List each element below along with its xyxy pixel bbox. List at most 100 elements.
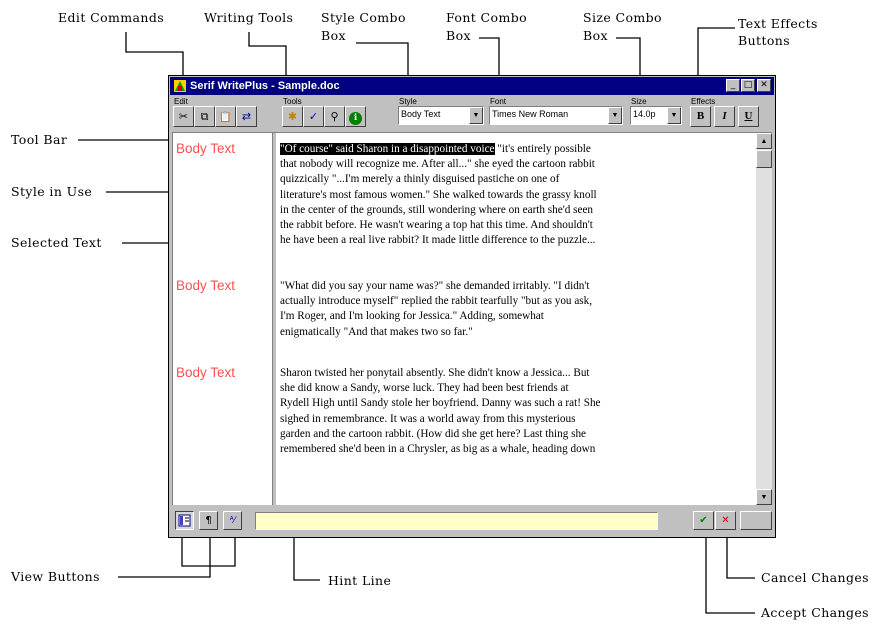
label-style-in-use: Style in Use [11, 184, 93, 199]
find-button[interactable]: ⚲ [324, 106, 345, 127]
cut-button[interactable]: ✂ [173, 106, 194, 127]
cross-icon: ✕ [721, 515, 730, 526]
text-line: garden and the cartoon rabbit. (How did … [280, 427, 587, 440]
minimize-button[interactable]: _ [726, 79, 740, 92]
text-line: in the center of the grounds, still wond… [280, 203, 593, 216]
label-selected-text: Selected Text [11, 235, 102, 250]
text-line: the rabbit before. He wasn't wearing a t… [280, 219, 593, 232]
scroll-up-button[interactable]: ▲ [756, 133, 772, 149]
scroll-down-button[interactable]: ▼ [756, 489, 772, 505]
text-line: remembered she'd been in a Chrysler, as … [280, 443, 596, 456]
style-value: Body Text [401, 109, 441, 119]
chevron-down-icon[interactable]: ▼ [667, 107, 681, 124]
close-button[interactable]: ✕ [757, 79, 771, 92]
text-line: that nobody will recognize me. After all… [280, 158, 595, 171]
text-line: Sharon twisted her ponytail absently. Sh… [280, 367, 590, 379]
window-title: Serif WritePlus - Sample.doc [190, 80, 340, 92]
font-value: Times New Roman [492, 109, 569, 119]
label-size-combo-1: Size Combo [583, 10, 662, 25]
paste-button[interactable]: 📋 [215, 106, 236, 127]
label-style-combo-2: Box [321, 28, 346, 43]
text-line: "it's entirely possible [494, 143, 591, 155]
paragraph[interactable]: "What did you say your name was?" she de… [280, 279, 738, 340]
text-line: enigmatically "And that makes two so far… [280, 325, 473, 338]
app-window: Serif WritePlus - Sample.doc _ □ ✕ Edit … [168, 75, 776, 538]
spell-check-icon: ✓ [308, 110, 319, 123]
label-font-combo-1: Font Combo [446, 10, 528, 25]
label-size-combo-2: Box [583, 28, 608, 43]
copy-icon: ⧉ [200, 110, 209, 123]
size-combo-box[interactable]: 14.0p ▼ [630, 106, 682, 125]
text-line: quizzically "...I'm merely a thinly disg… [280, 173, 560, 186]
label-accept-changes: Accept Changes [761, 605, 869, 620]
label-text-effects-1: Text Effects [738, 16, 818, 31]
view-button-styles[interactable]: ᴬ⁄ [223, 511, 242, 530]
font-combo-box[interactable]: Times New Roman ▼ [489, 106, 623, 125]
italic-button[interactable]: I [714, 106, 735, 127]
style-label: Style [399, 97, 417, 106]
font-label: Font [490, 97, 507, 106]
tool-bar: Edit ✂ ⧉ 📋 ⇄ Tools ✱ ✓ ⚲ ℹ Style Body Te… [170, 96, 774, 130]
paste-icon: 📋 [219, 112, 232, 123]
style-in-use[interactable]: Body Text [176, 365, 235, 380]
hint-line [255, 512, 658, 530]
replace-icon: ⇄ [241, 110, 252, 123]
scroll-thumb[interactable] [756, 150, 772, 168]
scissors-icon: ✂ [178, 110, 189, 123]
cancel-changes-button[interactable]: ✕ [715, 511, 736, 530]
text-line: she did know a Sandy, worse luck. They h… [280, 382, 569, 395]
text-line: Rydell High until Sandy stole her boyfri… [280, 397, 601, 410]
wizard-button[interactable]: ✱ [282, 106, 303, 127]
selected-text[interactable]: "Of course" said Sharon in a disappointe… [280, 143, 495, 155]
info-button[interactable]: ℹ [345, 106, 366, 127]
size-value: 14.0p [633, 109, 656, 119]
spell-check-button[interactable]: ✓ [303, 106, 324, 127]
label-edit-commands: Edit Commands [58, 10, 165, 25]
chevron-down-icon[interactable]: ▼ [469, 107, 483, 124]
edit-group-label: Edit [174, 97, 188, 106]
chevron-down-icon[interactable]: ▼ [608, 107, 622, 124]
label-font-combo-2: Box [446, 28, 471, 43]
label-view-buttons: View Buttons [11, 569, 100, 584]
app-icon [174, 80, 186, 92]
size-label: Size [631, 97, 647, 106]
view-button-layout[interactable] [175, 511, 194, 530]
replace-button[interactable]: ⇄ [236, 106, 257, 127]
paragraph[interactable]: Sharon twisted her ponytail absently. Sh… [280, 366, 738, 457]
style-view-icon: ᴬ⁄ [229, 516, 236, 526]
label-style-combo-1: Style Combo [321, 10, 406, 25]
checkmark-icon: ✔ [699, 515, 708, 526]
status-bar: ¶ ᴬ⁄ ✔ ✕ [170, 506, 774, 536]
tools-group-label: Tools [283, 97, 302, 106]
status-panel [740, 511, 772, 530]
label-writing-tools: Writing Tools [204, 10, 294, 25]
label-text-effects-2: Buttons [738, 33, 791, 48]
style-divider[interactable] [272, 133, 276, 505]
style-combo-box[interactable]: Body Text ▼ [398, 106, 484, 125]
title-bar[interactable]: Serif WritePlus - Sample.doc _ □ ✕ [170, 77, 774, 95]
text-line: literature's most famous women." She wal… [280, 188, 597, 201]
accept-changes-button[interactable]: ✔ [693, 511, 714, 530]
view-button-paragraph[interactable]: ¶ [199, 511, 218, 530]
find-icon: ⚲ [330, 110, 339, 123]
style-in-use[interactable]: Body Text [176, 141, 235, 156]
paragraph[interactable]: "Of course" said Sharon in a disappointe… [280, 142, 738, 248]
underline-button[interactable]: U [738, 106, 759, 127]
text-line: I'm Roger, and I'm looking for Jessica."… [280, 310, 544, 323]
effects-label: Effects [691, 97, 716, 106]
document-area[interactable]: Body Text Body Text Body Text "Of course… [172, 132, 772, 505]
copy-button[interactable]: ⧉ [194, 106, 215, 127]
style-in-use[interactable]: Body Text [176, 278, 235, 293]
bold-button[interactable]: B [690, 106, 711, 127]
vertical-scrollbar[interactable]: ▲ ▼ [756, 133, 772, 505]
text-line: actually introduce myself" replied the r… [280, 295, 593, 308]
style-column: Body Text Body Text Body Text [173, 133, 272, 505]
text-line: "What did you say your name was?" she de… [280, 280, 590, 292]
maximize-button[interactable]: □ [741, 79, 755, 92]
label-tool-bar: Tool Bar [11, 132, 68, 147]
label-hint-line: Hint Line [328, 573, 392, 588]
page-view-icon [178, 514, 191, 527]
paragraph-mark-icon: ¶ [205, 515, 212, 526]
label-cancel-changes: Cancel Changes [761, 570, 869, 585]
wizard-icon: ✱ [287, 110, 298, 123]
